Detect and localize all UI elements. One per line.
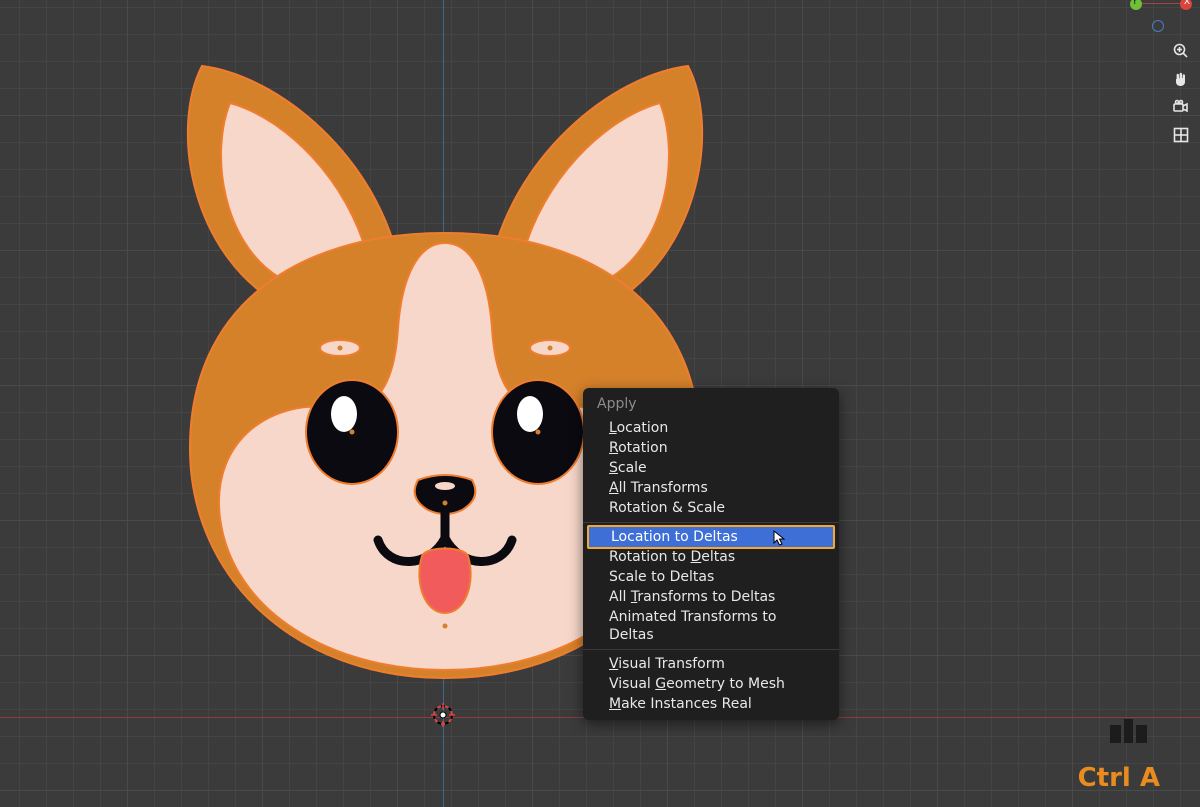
3d-cursor-icon xyxy=(430,702,456,732)
viewport-side-toolbar xyxy=(1168,40,1194,146)
menu-item-all-transforms-to-deltas[interactable]: All Transforms to Deltas xyxy=(583,587,839,607)
menu-item-all-transforms[interactable]: All Transforms xyxy=(583,478,839,498)
menu-item-make-instances-real[interactable]: Make Instances Real xyxy=(583,694,839,714)
blender-viewport[interactable]: X Y xyxy=(0,0,1200,807)
apply-context-menu: Apply LocationRotationScaleAll Transform… xyxy=(583,388,839,720)
mouse-left-indicator xyxy=(1110,725,1121,743)
gizmo-x-line xyxy=(1140,3,1182,4)
gizmo-y-label: Y xyxy=(1132,0,1138,7)
axis-gizmo[interactable]: X Y xyxy=(1128,2,1188,24)
grid-icon[interactable] xyxy=(1170,124,1192,146)
gizmo-z-ball[interactable] xyxy=(1152,20,1164,32)
menu-item-rotation[interactable]: Rotation xyxy=(583,438,839,458)
menu-item-rotation-to-deltas[interactable]: Rotation to Deltas xyxy=(583,547,839,567)
menu-item-scale[interactable]: Scale xyxy=(583,458,839,478)
mouse-right-indicator xyxy=(1136,725,1147,743)
screencast-mouse-overlay xyxy=(1110,725,1150,755)
mouse-middle-indicator xyxy=(1124,719,1133,743)
menu-title: Apply xyxy=(583,388,839,418)
gizmo-x-label: X xyxy=(1184,0,1190,7)
menu-item-animated-transforms-to-deltas[interactable]: Animated Transforms to Deltas xyxy=(583,607,839,645)
menu-item-rotation-scale[interactable]: Rotation & Scale xyxy=(583,498,839,518)
menu-item-location-to-deltas[interactable]: Location to Deltas xyxy=(587,525,835,549)
pan-hand-icon[interactable] xyxy=(1170,68,1192,90)
screencast-hotkey-hint: Ctrl A xyxy=(1078,763,1160,793)
menu-item-scale-to-deltas[interactable]: Scale to Deltas xyxy=(583,567,839,587)
menu-item-location[interactable]: Location xyxy=(583,418,839,438)
menu-item-visual-geometry-to-mesh[interactable]: Visual Geometry to Mesh xyxy=(583,674,839,694)
menu-item-visual-transform[interactable]: Visual Transform xyxy=(583,654,839,674)
zoom-icon[interactable] xyxy=(1170,40,1192,62)
camera-icon[interactable] xyxy=(1170,96,1192,118)
